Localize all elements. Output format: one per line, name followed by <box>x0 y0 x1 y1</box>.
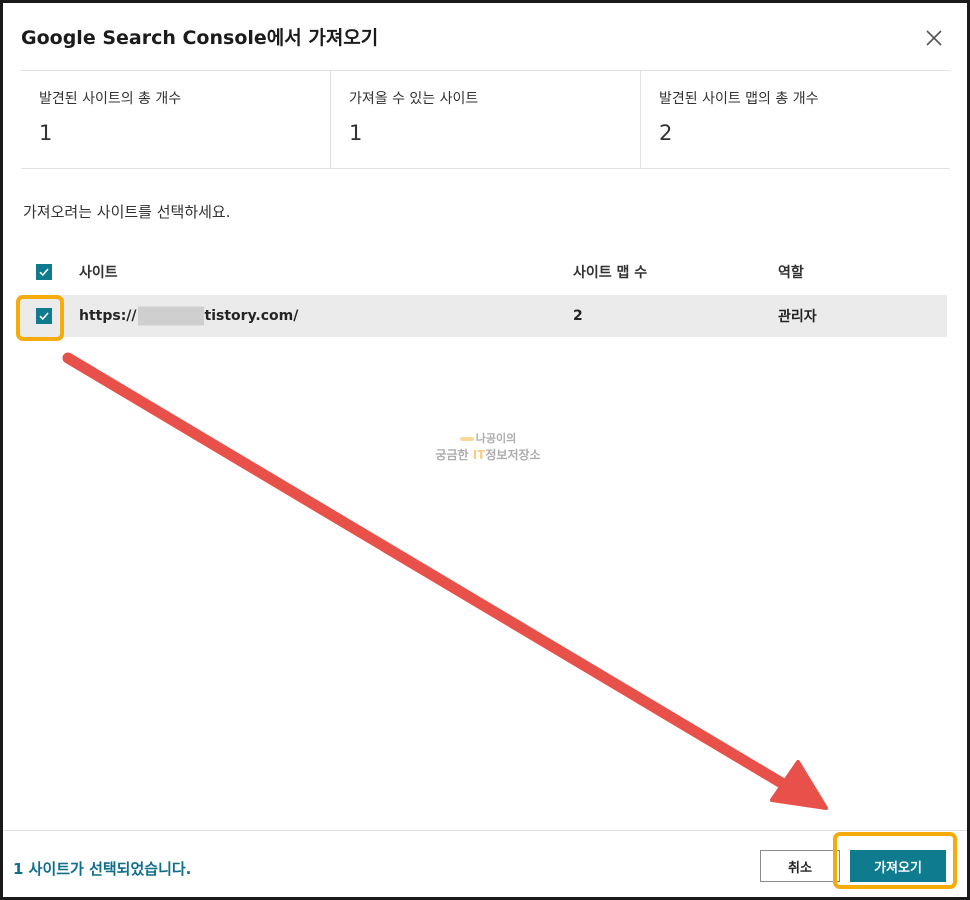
dialog-footer: 1 사이트가 선택되었습니다. 취소 가져오기 <box>3 830 967 898</box>
selection-status: 1 사이트가 선택되었습니다. <box>13 860 192 878</box>
red-arrow-icon <box>62 352 828 810</box>
cancel-button[interactable]: 취소 <box>760 850 840 882</box>
import-button-highlight <box>833 832 957 889</box>
